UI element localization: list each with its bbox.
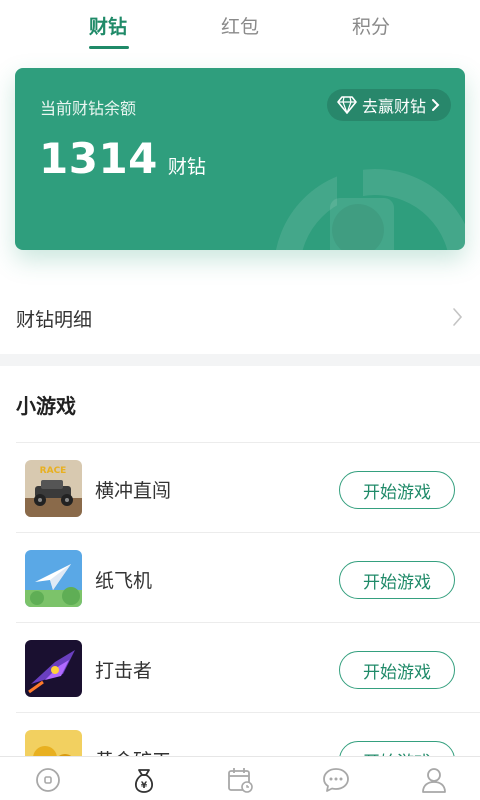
balance-display: 1314 财钻 <box>39 134 206 183</box>
caizuan-detail-row[interactable]: 财钻明细 <box>0 290 480 346</box>
chevron-right-icon <box>432 99 440 111</box>
profile-icon[interactable] <box>419 765 449 795</box>
bottom-nav: ¥ <box>0 756 480 800</box>
win-caizuan-button[interactable]: 去赢财钻 <box>326 89 451 121</box>
game-name: 纸飞机 <box>95 570 153 592</box>
games-section-title: 小游戏 <box>16 394 76 418</box>
card-watermark-logo <box>276 140 465 250</box>
active-tab-indicator <box>89 46 129 49</box>
home-icon[interactable] <box>33 765 63 795</box>
paper-plane-game-icon <box>25 550 82 607</box>
tab-hongbao[interactable]: 红包 <box>221 12 259 39</box>
start-game-button[interactable]: 开始游戏 <box>339 471 455 509</box>
balance-unit: 财钻 <box>167 156 206 178</box>
balance-card: 当前财钻余额 去赢财钻 1314 财钻 <box>15 68 465 250</box>
svg-text:RACE: RACE <box>40 466 67 476</box>
chevron-right-icon <box>453 308 463 326</box>
balance-amount: 1314 <box>39 134 158 183</box>
top-tabs: 财钻 红包 积分 <box>0 0 480 56</box>
section-divider <box>0 354 480 366</box>
list-item: RACE 横冲直闯 开始游戏 <box>16 443 480 533</box>
balance-label: 当前财钻余额 <box>40 99 137 118</box>
win-caizuan-label: 去赢财钻 <box>361 97 426 116</box>
calendar-icon[interactable] <box>225 765 255 795</box>
svg-text:¥: ¥ <box>141 781 148 791</box>
list-item: 打击者 开始游戏 <box>16 623 480 713</box>
game-name: 横冲直闯 <box>95 480 172 502</box>
racing-game-icon: RACE <box>25 460 82 517</box>
start-game-button[interactable]: 开始游戏 <box>339 651 455 689</box>
tab-caizuan[interactable]: 财钻 <box>89 12 127 39</box>
tab-jifen[interactable]: 积分 <box>352 12 390 39</box>
list-item: 纸飞机 开始游戏 <box>16 533 480 623</box>
caizuan-detail-label: 财钻明细 <box>16 308 93 331</box>
striker-game-icon <box>25 640 82 697</box>
diamond-icon <box>337 96 357 114</box>
start-game-button[interactable]: 开始游戏 <box>339 561 455 599</box>
chat-icon[interactable] <box>321 765 351 795</box>
money-bag-icon[interactable]: ¥ <box>129 765 159 795</box>
game-name: 打击者 <box>95 660 153 682</box>
